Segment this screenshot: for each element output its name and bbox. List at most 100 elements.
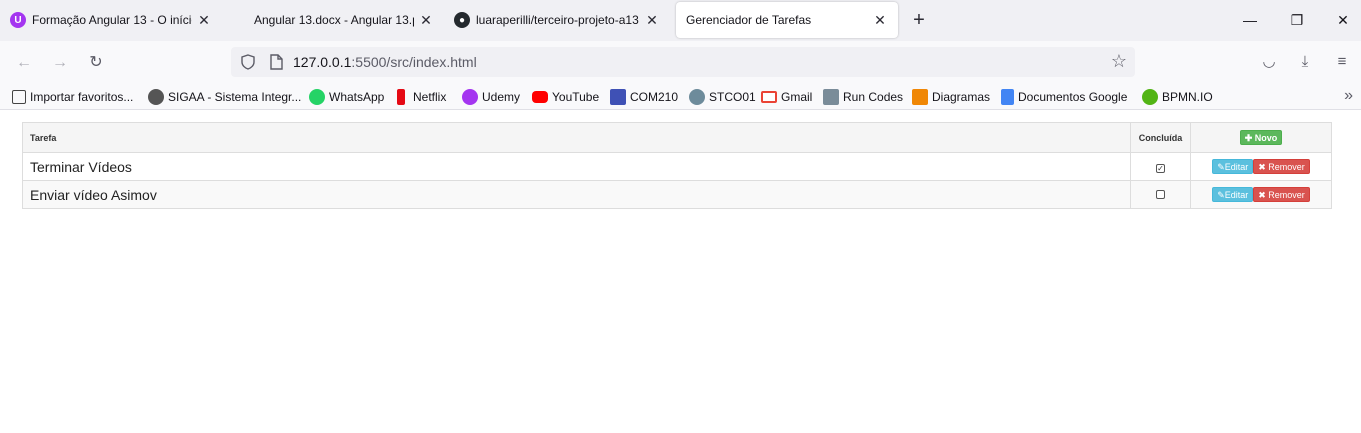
bookmark-label: Diagramas xyxy=(932,90,991,104)
docs-icon xyxy=(1001,89,1014,105)
bookmark-label: STCO01 xyxy=(709,90,756,104)
bookmark-importar[interactable]: Importar favoritos... xyxy=(12,88,133,106)
edit-button-label: Editar xyxy=(1224,189,1249,200)
navigation-bar: ← → ↻ 127.0.0.1:5500/src/index.html ☆ ◡ … xyxy=(0,41,1361,83)
gear-icon xyxy=(148,89,164,105)
tab-title: Formação Angular 13 - O início xyxy=(32,13,192,27)
browser-tab-formacao[interactable]: U Formação Angular 13 - O início ✕ xyxy=(0,2,222,38)
bookmark-runcodes[interactable]: Run Codes xyxy=(823,88,903,106)
bookmark-gmail[interactable]: Gmail xyxy=(761,88,812,106)
bpmn-icon xyxy=(1142,89,1158,105)
table-row: Terminar Vídeos ✓ ✎Editar ✖ Remover xyxy=(22,152,1332,181)
browser-tab-gerenciador[interactable]: Gerenciador de Tarefas ✕ xyxy=(676,2,898,38)
remove-button[interactable]: ✖ Remover xyxy=(1253,158,1310,174)
tab-strip: U Formação Angular 13 - O início ✕ Angul… xyxy=(0,0,1361,41)
runcodes-icon xyxy=(823,89,839,105)
bookmark-label: BPMN.IO xyxy=(1162,90,1213,104)
header-task: Tarefa xyxy=(22,122,1131,153)
stco-icon xyxy=(689,89,705,105)
tab-title: Gerenciador de Tarefas xyxy=(686,13,812,27)
diagram-icon xyxy=(912,89,928,105)
task-table: Tarefa Concluída ✚ Novo Terminar Vídeos … xyxy=(22,122,1332,209)
bookmark-label: WhatsApp xyxy=(329,90,385,104)
done-checkbox[interactable]: ✓ xyxy=(1156,163,1165,173)
download-icon[interactable]: ⤓ xyxy=(1294,51,1316,73)
edit-button-label: Editar xyxy=(1224,161,1249,172)
task-manager: Tarefa Concluída ✚ Novo Terminar Vídeos … xyxy=(22,122,1332,209)
close-icon[interactable]: ✕ xyxy=(644,12,660,28)
github-icon: ● xyxy=(454,12,470,28)
new-task-button[interactable]: ✚ Novo xyxy=(1239,130,1283,145)
pencil-icon: ✎ xyxy=(1217,161,1225,172)
reload-icon[interactable]: ↻ xyxy=(83,50,109,76)
remove-x-icon: ✖ xyxy=(1258,189,1269,200)
task-title: Enviar vídeo Asimov xyxy=(22,180,1131,209)
bookmark-label: Gmail xyxy=(781,90,813,104)
minimize-button[interactable]: — xyxy=(1238,8,1262,32)
bookmark-docs[interactable]: Documentos Google xyxy=(1001,88,1127,106)
shield-icon[interactable] xyxy=(239,53,257,71)
calendar-icon xyxy=(610,89,626,105)
bookmark-label: Netflix xyxy=(413,90,447,104)
import-icon xyxy=(12,90,26,104)
browser-tab-github[interactable]: ● luaraperilli/terceiro-projeto-a13 ✕ xyxy=(444,2,670,38)
plus-icon: ✚ xyxy=(1244,133,1255,143)
close-icon[interactable]: ✕ xyxy=(872,12,888,28)
udemy-icon xyxy=(462,89,478,105)
actions-cell: ✎Editar ✖ Remover xyxy=(1190,180,1332,209)
table-header-row: Tarefa Concluída ✚ Novo xyxy=(22,122,1332,153)
edit-button[interactable]: ✎Editar xyxy=(1212,158,1254,174)
actions-cell: ✎Editar ✖ Remover xyxy=(1190,152,1332,181)
bookmark-sigaa[interactable]: SIGAA - Sistema Integr... xyxy=(148,88,301,106)
done-checkbox[interactable] xyxy=(1156,189,1165,199)
tab-title: Angular 13.docx - Angular 13.p xyxy=(254,13,414,27)
url-path: :5500/src/index.html xyxy=(351,54,477,70)
pocket-icon[interactable]: ◡ xyxy=(1258,51,1280,73)
bookmark-label: Importar favoritos... xyxy=(30,90,134,104)
url-text[interactable]: 127.0.0.1:5500/src/index.html xyxy=(293,54,477,70)
edit-button[interactable]: ✎Editar xyxy=(1212,186,1254,202)
bookmark-diagramas[interactable]: Diagramas xyxy=(912,88,990,106)
bookmark-netflix[interactable]: Netflix xyxy=(397,88,446,106)
browser-tab-angular-docx[interactable]: Angular 13.docx - Angular 13.p ✕ xyxy=(222,2,444,38)
remove-x-icon: ✖ xyxy=(1258,161,1269,172)
forward-arrow-icon[interactable]: → xyxy=(47,50,73,76)
done-cell xyxy=(1130,180,1191,209)
bookmark-com210[interactable]: COM210 xyxy=(610,88,678,106)
remove-button-label: Remover xyxy=(1268,161,1305,172)
table-row: Enviar vídeo Asimov ✎Editar ✖ Remover xyxy=(22,180,1332,209)
bookmark-label: COM210 xyxy=(630,90,679,104)
bookmark-youtube[interactable]: YouTube xyxy=(532,88,599,106)
address-bar[interactable]: 127.0.0.1:5500/src/index.html ☆ xyxy=(231,47,1135,77)
gmail-icon xyxy=(761,91,777,103)
bookmarks-bar: Importar favoritos... SIGAA - Sistema In… xyxy=(0,83,1361,110)
netflix-icon xyxy=(397,89,405,105)
task-title: Terminar Vídeos xyxy=(22,152,1131,181)
done-cell: ✓ xyxy=(1130,152,1191,181)
restore-button[interactable]: ❐ xyxy=(1285,8,1309,32)
window-close-button[interactable]: ✕ xyxy=(1331,8,1355,32)
menu-icon[interactable]: ≡ xyxy=(1331,51,1353,73)
bookmark-label: SIGAA - Sistema Integr... xyxy=(168,90,302,104)
chevron-right-icon[interactable]: » xyxy=(1344,87,1353,105)
remove-button-label: Remover xyxy=(1268,189,1305,200)
bookmark-bpmn[interactable]: BPMN.IO xyxy=(1142,88,1213,106)
remove-button[interactable]: ✖ Remover xyxy=(1253,186,1310,202)
header-actions: ✚ Novo xyxy=(1190,122,1332,153)
back-arrow-icon[interactable]: ← xyxy=(11,50,37,76)
bookmark-label: Run Codes xyxy=(843,90,904,104)
bookmark-stco01[interactable]: STCO01 xyxy=(689,88,756,106)
bookmark-star-icon[interactable]: ☆ xyxy=(1111,51,1127,72)
bookmark-udemy[interactable]: Udemy xyxy=(462,88,520,106)
document-icon xyxy=(232,12,248,28)
close-icon[interactable]: ✕ xyxy=(418,12,434,28)
bookmark-whatsapp[interactable]: WhatsApp xyxy=(309,88,384,106)
page-icon[interactable] xyxy=(267,53,285,71)
url-host: 127.0.0.1 xyxy=(293,54,352,70)
bookmark-label: YouTube xyxy=(552,90,600,104)
whatsapp-icon xyxy=(309,89,325,105)
close-icon[interactable]: ✕ xyxy=(196,12,212,28)
bookmark-label: Documentos Google xyxy=(1018,90,1128,104)
purple-u-icon: U xyxy=(10,12,26,28)
new-tab-button[interactable]: + xyxy=(908,10,930,32)
